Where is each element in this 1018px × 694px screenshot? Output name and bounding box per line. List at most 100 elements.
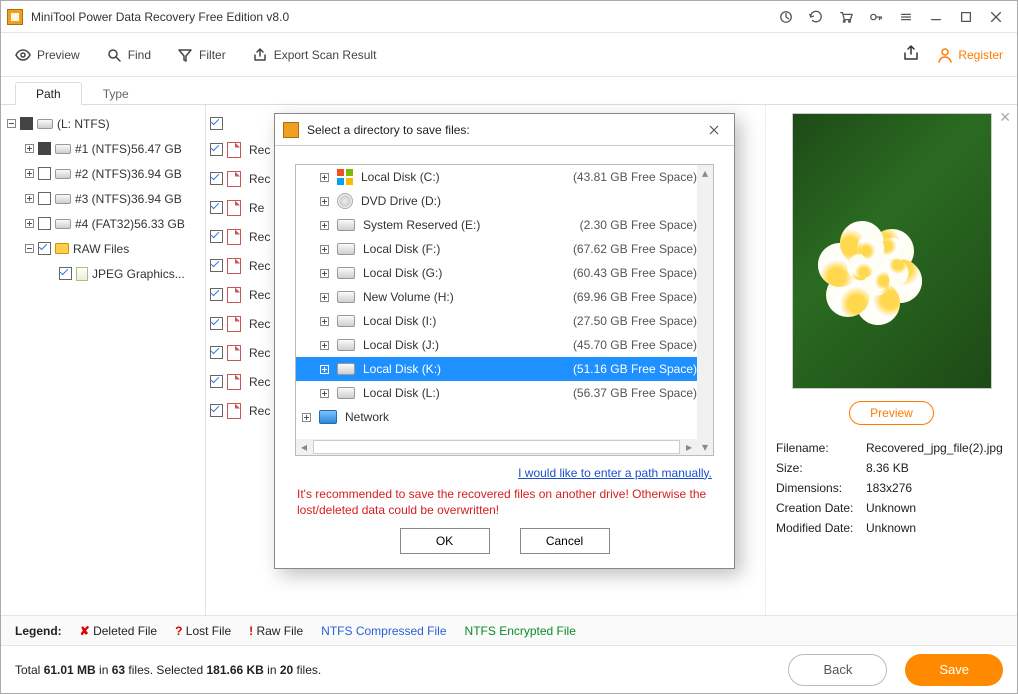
file-checkbox[interactable] bbox=[210, 230, 223, 243]
file-name: Rec bbox=[249, 172, 270, 186]
legend-deleted: ✘ Deleted File bbox=[80, 624, 157, 638]
legend-lost: ? Lost File bbox=[175, 624, 231, 638]
toolbar: Preview Find Filter Export Scan Result R… bbox=[1, 33, 1017, 77]
back-button[interactable]: Back bbox=[788, 654, 887, 686]
drive-icon bbox=[337, 387, 355, 399]
tree-raw[interactable]: RAW Files bbox=[5, 236, 205, 261]
tree-item[interactable]: #3 (NTFS)36.94 GB bbox=[5, 186, 205, 211]
scroll-up-icon[interactable]: ▴ bbox=[697, 165, 713, 181]
drive-item[interactable]: Local Disk (I:)(27.50 GB Free Space) bbox=[296, 309, 697, 333]
drive-item[interactable]: System Reserved (E:)(2.30 GB Free Space) bbox=[296, 213, 697, 237]
meta-size-value: 8.36 KB bbox=[866, 461, 1007, 475]
cancel-button[interactable]: Cancel bbox=[520, 528, 610, 554]
expand-icon[interactable] bbox=[320, 293, 329, 302]
close-button[interactable] bbox=[981, 5, 1011, 29]
tab-path[interactable]: Path bbox=[15, 82, 82, 105]
drive-item[interactable]: Local Disk (L:)(56.37 GB Free Space) bbox=[296, 381, 697, 405]
expand-icon[interactable] bbox=[320, 317, 329, 326]
file-checkbox[interactable] bbox=[210, 346, 223, 359]
expand-icon[interactable] bbox=[320, 221, 329, 230]
file-checkbox[interactable] bbox=[210, 404, 223, 417]
expand-icon[interactable] bbox=[320, 173, 329, 182]
file-checkbox[interactable] bbox=[210, 317, 223, 330]
expand-icon[interactable] bbox=[25, 219, 34, 228]
export-tool-label: Export Scan Result bbox=[274, 48, 377, 62]
drive-free-space: (2.30 GB Free Space) bbox=[570, 218, 697, 232]
tree-item[interactable]: #4 (FAT32)56.33 GB bbox=[5, 211, 205, 236]
select-all-checkbox[interactable] bbox=[210, 117, 223, 130]
drive-item[interactable]: Local Disk (F:)(67.62 GB Free Space) bbox=[296, 237, 697, 261]
network-label: Network bbox=[345, 410, 697, 424]
checkbox[interactable] bbox=[38, 142, 51, 155]
expand-icon[interactable] bbox=[320, 245, 329, 254]
expand-icon[interactable] bbox=[320, 197, 329, 206]
scroll-right-icon[interactable]: ▸ bbox=[681, 439, 697, 455]
disk-icon bbox=[55, 219, 71, 229]
titlebar-action-2-icon[interactable] bbox=[801, 5, 831, 29]
checkbox[interactable] bbox=[59, 267, 72, 280]
ok-button[interactable]: OK bbox=[400, 528, 490, 554]
preview-close-icon[interactable]: ✕ bbox=[999, 109, 1011, 126]
file-icon bbox=[227, 142, 241, 158]
meta-filename-label: Filename: bbox=[776, 441, 866, 455]
drive-item[interactable]: Local Disk (G:)(60.43 GB Free Space) bbox=[296, 261, 697, 285]
tree-item[interactable]: #1 (NTFS)56.47 GB bbox=[5, 136, 205, 161]
tree-root[interactable]: (L: NTFS) bbox=[5, 111, 205, 136]
menu-icon[interactable] bbox=[891, 5, 921, 29]
expand-icon[interactable] bbox=[25, 144, 34, 153]
expand-icon[interactable] bbox=[320, 341, 329, 350]
share-icon[interactable] bbox=[902, 44, 920, 65]
drive-free-space: (67.62 GB Free Space) bbox=[563, 242, 697, 256]
scroll-down-icon[interactable]: ▾ bbox=[697, 439, 713, 455]
drive-item[interactable]: New Volume (H:)(69.96 GB Free Space) bbox=[296, 285, 697, 309]
vertical-scrollbar[interactable]: ▴ ▾ bbox=[697, 165, 713, 455]
expand-icon[interactable] bbox=[320, 389, 329, 398]
horizontal-scrollbar[interactable]: ◂ ▸ bbox=[296, 439, 697, 455]
checkbox[interactable] bbox=[38, 217, 51, 230]
drive-item[interactable]: Local Disk (J:)(45.70 GB Free Space) bbox=[296, 333, 697, 357]
collapse-icon[interactable] bbox=[7, 119, 16, 128]
tree-jpeg[interactable]: JPEG Graphics... bbox=[5, 261, 205, 286]
file-checkbox[interactable] bbox=[210, 259, 223, 272]
expand-icon[interactable] bbox=[25, 169, 34, 178]
dvd-icon bbox=[337, 193, 353, 209]
preview-button[interactable]: Preview bbox=[849, 401, 934, 425]
key-icon[interactable] bbox=[861, 5, 891, 29]
checkbox[interactable] bbox=[20, 117, 33, 130]
file-checkbox[interactable] bbox=[210, 143, 223, 156]
expand-icon[interactable] bbox=[320, 365, 329, 374]
expand-icon[interactable] bbox=[25, 194, 34, 203]
tree-item[interactable]: #2 (NTFS)36.94 GB bbox=[5, 161, 205, 186]
file-checkbox[interactable] bbox=[210, 288, 223, 301]
register-link[interactable]: Register bbox=[936, 46, 1003, 64]
tab-type[interactable]: Type bbox=[82, 82, 150, 105]
legend-label: Legend: bbox=[15, 624, 62, 638]
cart-icon[interactable] bbox=[831, 5, 861, 29]
maximize-button[interactable] bbox=[951, 5, 981, 29]
drive-item[interactable]: Local Disk (K:)(51.16 GB Free Space) bbox=[296, 357, 697, 381]
preview-tool[interactable]: Preview bbox=[15, 47, 80, 63]
drive-item[interactable]: DVD Drive (D:) bbox=[296, 189, 697, 213]
scroll-left-icon[interactable]: ◂ bbox=[296, 439, 312, 455]
checkbox[interactable] bbox=[38, 242, 51, 255]
checkbox[interactable] bbox=[38, 167, 51, 180]
dialog-close-icon[interactable] bbox=[702, 118, 726, 142]
file-checkbox[interactable] bbox=[210, 172, 223, 185]
network-item[interactable]: Network bbox=[296, 405, 697, 429]
file-checkbox[interactable] bbox=[210, 375, 223, 388]
collapse-icon[interactable] bbox=[25, 244, 34, 253]
checkbox[interactable] bbox=[38, 192, 51, 205]
export-tool[interactable]: Export Scan Result bbox=[252, 47, 377, 63]
minimize-button[interactable] bbox=[921, 5, 951, 29]
dialog-titlebar: Select a directory to save files: bbox=[275, 114, 734, 146]
save-button[interactable]: Save bbox=[905, 654, 1003, 686]
drive-item[interactable]: Local Disk (C:)(43.81 GB Free Space) bbox=[296, 165, 697, 189]
find-tool[interactable]: Find bbox=[106, 47, 151, 63]
filter-tool[interactable]: Filter bbox=[177, 47, 226, 63]
titlebar-action-1-icon[interactable] bbox=[771, 5, 801, 29]
expand-icon[interactable] bbox=[320, 269, 329, 278]
file-checkbox[interactable] bbox=[210, 201, 223, 214]
expand-icon[interactable] bbox=[302, 413, 311, 422]
manual-path-link[interactable]: I would like to enter a path manually. bbox=[518, 466, 712, 480]
export-icon bbox=[252, 47, 268, 63]
